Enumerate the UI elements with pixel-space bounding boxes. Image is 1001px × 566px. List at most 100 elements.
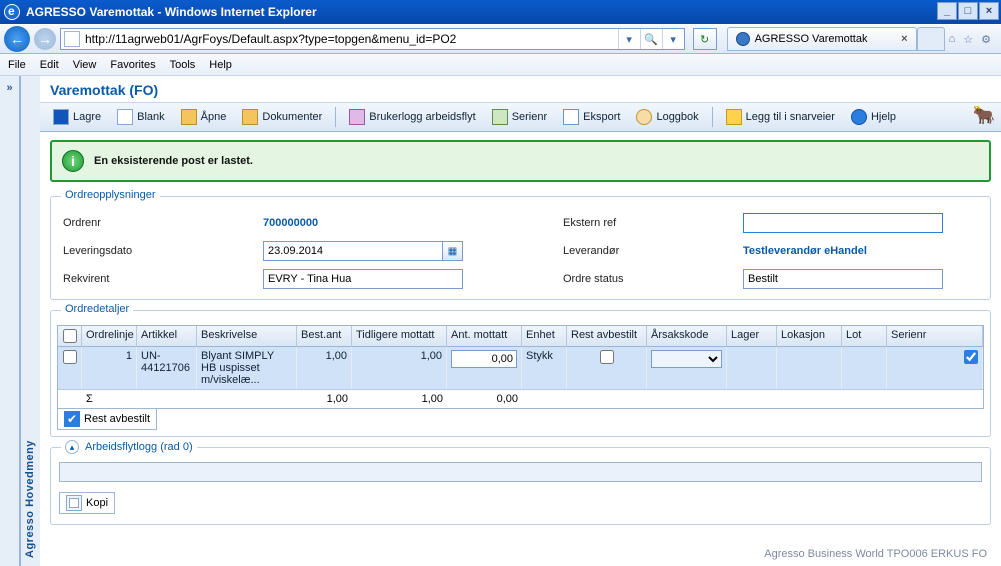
ekstern-ref-input[interactable] [743, 213, 943, 233]
ie-icon [4, 4, 20, 20]
col-beskrivelse[interactable]: Beskrivelse [197, 326, 297, 347]
snarveier-button[interactable]: Legg til i snarveier [719, 106, 842, 128]
menu-favorites[interactable]: Favorites [110, 59, 155, 71]
hjelp-button[interactable]: Hjelp [844, 106, 903, 128]
col-ant-mottatt[interactable]: Ant. mottatt [447, 326, 522, 347]
status-message: En eksisterende post er lastet. [50, 140, 991, 182]
brukerlogg-button[interactable]: Brukerlogg arbeidsflyt [342, 106, 482, 128]
select-all-checkbox[interactable] [63, 329, 77, 343]
col-lager[interactable]: Lager [727, 326, 777, 347]
save-icon [53, 109, 69, 125]
col-tidligere[interactable]: Tidligere mottatt [352, 326, 447, 347]
browser-right-icons: ⌂ ☆ ⚙ [949, 33, 997, 46]
refresh-button[interactable]: ↻ [693, 28, 717, 50]
help-icon [851, 109, 867, 125]
menu-edit[interactable]: Edit [40, 59, 59, 71]
maximize-button[interactable]: □ [958, 2, 978, 20]
details-table: Ordrelinje Artikkel Beskrivelse Best.ant… [57, 325, 984, 409]
kopi-button[interactable]: Kopi [59, 492, 115, 514]
window-title: AGRESSO Varemottak - Windows Internet Ex… [26, 5, 317, 19]
col-arsakskode[interactable]: Årsakskode [647, 326, 727, 347]
user-log-icon [349, 109, 365, 125]
close-window-button[interactable]: × [979, 2, 999, 20]
tab-close-icon[interactable]: × [901, 33, 907, 45]
eksport-button[interactable]: Eksport [556, 106, 627, 128]
row-select-checkbox[interactable] [63, 350, 77, 364]
menu-tools[interactable]: Tools [170, 59, 196, 71]
loggbok-button[interactable]: Loggbok [629, 106, 705, 128]
cell-tidligere: 1,00 [352, 347, 447, 389]
favorites-icon[interactable]: ☆ [963, 33, 973, 46]
browser-tab-active[interactable]: AGRESSO Varemottak × [727, 27, 917, 51]
rest-avbestilt-checkbox[interactable] [600, 350, 614, 364]
arsakskode-select[interactable] [651, 350, 722, 368]
menu-file[interactable]: File [8, 59, 26, 71]
value-leverandor[interactable]: Testleverandør eHandel [743, 245, 963, 257]
cell-enhet: Stykk [522, 347, 567, 389]
col-rest-avbestilt[interactable]: Rest avbestilt [567, 326, 647, 347]
col-ordrelinje[interactable]: Ordrelinje [82, 326, 137, 347]
address-bar[interactable]: ▾ 🔍 ▾ [60, 28, 685, 50]
ordreopplysninger-section: Ordreopplysninger Ordrenr 700000000 Ekst… [50, 196, 991, 300]
calendar-icon[interactable]: ▦ [443, 241, 463, 261]
url-dropdown[interactable]: ▾ [618, 29, 640, 49]
browser-menubar: File Edit View Favorites Tools Help [0, 54, 1001, 76]
collapse-icon[interactable]: ▴ [65, 440, 79, 454]
url-input[interactable] [83, 29, 618, 49]
table-sum-row: Σ 1,00 1,00 0,00 [58, 389, 983, 408]
sum-ant-mottatt: 0,00 [447, 390, 522, 408]
minimize-button[interactable]: _ [937, 2, 957, 20]
sum-tidligere: 1,00 [352, 390, 447, 408]
lagre-button[interactable]: Lagre [46, 106, 108, 128]
col-serienr[interactable]: Serienr [887, 326, 983, 347]
folder-open-icon [181, 109, 197, 125]
serienr-checkbox[interactable] [964, 350, 978, 364]
value-ordrenr[interactable]: 700000000 [263, 217, 473, 229]
window-controls: _ □ × [937, 2, 999, 20]
cell-lager [727, 347, 777, 389]
section-legend-workflow[interactable]: ▴ Arbeidsflytlogg (rad 0) [61, 440, 197, 454]
sidebar-hovedmeny[interactable]: Agresso Hovedmeny [20, 76, 40, 566]
new-tab-button[interactable] [917, 27, 945, 51]
search-dropdown[interactable]: ▾ [662, 29, 684, 49]
nav-back-button[interactable]: ← [4, 26, 30, 52]
dokumenter-button[interactable]: Dokumenter [235, 106, 329, 128]
sidebar-label: Agresso Hovedmeny [24, 440, 36, 558]
workflow-log-box[interactable] [59, 462, 982, 482]
home-icon[interactable]: ⌂ [949, 33, 956, 46]
status-message-text: En eksisterende post er lastet. [94, 155, 253, 167]
table-header-row: Ordrelinje Artikkel Beskrivelse Best.ant… [58, 326, 983, 347]
check-icon: ✔ [64, 411, 80, 427]
col-lokasjon[interactable]: Lokasjon [777, 326, 842, 347]
bull-logo-icon: 🐂 [973, 105, 995, 126]
tab-favicon [736, 32, 750, 46]
star-icon [726, 109, 742, 125]
sum-symbol: Σ [82, 390, 137, 408]
browser-navbar: ← → ▾ 🔍 ▾ ↻ AGRESSO Varemottak × ⌂ ☆ ⚙ [0, 24, 1001, 54]
menu-help[interactable]: Help [209, 59, 232, 71]
sidebar-toggle[interactable]: » [0, 76, 20, 566]
rest-avbestilt-button[interactable]: ✔ Rest avbestilt [57, 409, 157, 430]
col-lot[interactable]: Lot [842, 326, 887, 347]
menu-view[interactable]: View [73, 59, 97, 71]
col-artikkel[interactable]: Artikkel [137, 326, 197, 347]
export-icon [563, 109, 579, 125]
blank-button[interactable]: Blank [110, 106, 172, 128]
apne-button[interactable]: Åpne [174, 106, 234, 128]
footer-status: Agresso Business World TPO006 ERKUS FO [764, 548, 987, 560]
nav-forward-button[interactable]: → [34, 28, 56, 50]
label-ekstern-ref: Ekstern ref [563, 217, 743, 229]
rekvirent-input[interactable] [263, 269, 463, 289]
cell-best-ant: 1,00 [297, 347, 352, 389]
table-row[interactable]: 1 UN-44121706 Blyant SIMPLY HB uspisset … [58, 347, 983, 389]
tools-icon[interactable]: ⚙ [981, 33, 991, 46]
serienr-button[interactable]: Serienr [485, 106, 554, 128]
col-enhet[interactable]: Enhet [522, 326, 567, 347]
col-best-ant[interactable]: Best.ant [297, 326, 352, 347]
ant-mottatt-input[interactable] [451, 350, 517, 368]
ordre-status-input[interactable] [743, 269, 943, 289]
page-title: Varemottak (FO) [40, 76, 1001, 103]
leveringsdato-input[interactable] [263, 241, 443, 261]
toolbar-separator [335, 107, 336, 127]
search-icon[interactable]: 🔍 [640, 29, 662, 49]
